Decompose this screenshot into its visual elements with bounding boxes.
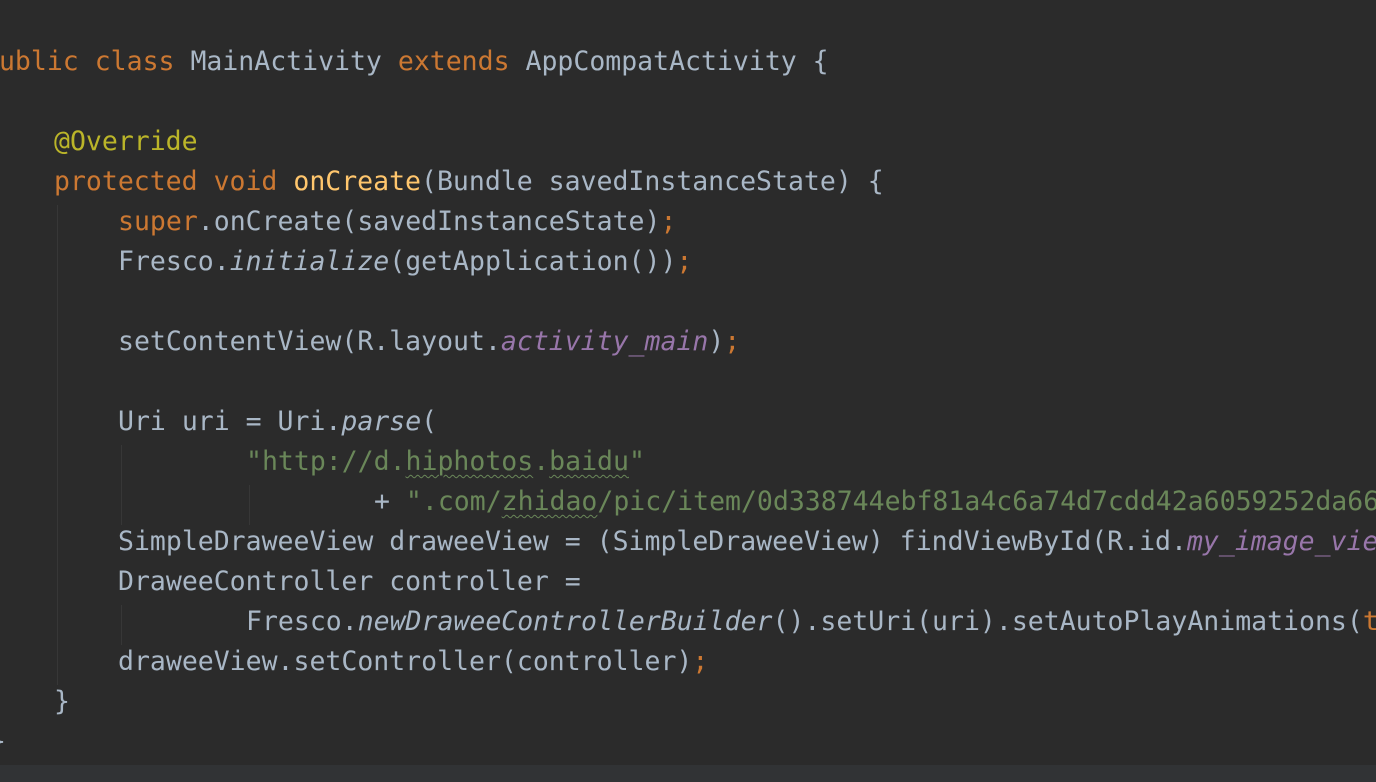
code-line-1: public class MainActivity extends AppCom… (0, 42, 829, 82)
code-token: Fresco. (246, 606, 358, 637)
code-token: extends (397, 46, 510, 77)
code-token: /pic/item/0d338744ebf81a4c6a74d7cdd42a60… (597, 486, 1376, 517)
code-token: protected (54, 166, 198, 197)
code-token: class (94, 46, 175, 77)
code-token: onCreate (293, 166, 421, 197)
code-token: } (54, 686, 70, 717)
code-line-17: } (54, 682, 70, 722)
code-line-3: @Override (54, 122, 198, 162)
code-token: MainActivity (174, 46, 398, 77)
code-line-12: + ".com/zhidao/pic/item/0d338744ebf81a4c… (374, 482, 1376, 522)
code-token: super (118, 206, 198, 237)
code-token: } (0, 726, 6, 757)
code-line-18: } (0, 722, 6, 762)
code-token: " (628, 446, 645, 477)
code-token: SimpleDraweeView draweeView = (SimpleDra… (118, 526, 1187, 557)
code-token: public (0, 46, 79, 77)
code-token: Uri uri = Uri. (118, 406, 342, 437)
code-token: ; (692, 646, 709, 677)
code-token: t (1362, 606, 1376, 637)
code-token: "http://d. (246, 446, 406, 477)
code-token: ; (676, 246, 693, 277)
code-token: .onCreate(savedInstanceState) (197, 206, 661, 237)
code-token: @Override (54, 126, 198, 157)
code-token: (Bundle savedInstanceState) { (421, 166, 884, 197)
code-token: zhidao (501, 486, 598, 517)
code-token: void (213, 166, 278, 197)
indent-guide (121, 605, 122, 645)
code-token: my_image_vie (1186, 526, 1376, 557)
code-token: activity_main (500, 326, 709, 357)
code-token: draweeView.setController(controller) (118, 646, 693, 677)
code-token: . (533, 446, 550, 477)
horizontal-scrollbar[interactable] (0, 765, 1376, 782)
code-editor[interactable]: public class MainActivity extends AppCom… (0, 0, 1376, 765)
code-token: + (374, 486, 406, 517)
code-token: AppCompatActivity { (509, 46, 829, 77)
code-line-13: SimpleDraweeView draweeView = (SimpleDra… (118, 522, 1376, 562)
code-token: initialize (229, 246, 390, 277)
code-token: ) (708, 326, 725, 357)
code-line-16: draweeView.setController(controller); (118, 642, 708, 682)
code-line-8: setContentView(R.layout.activity_main); (118, 322, 740, 362)
code-token: Fresco. (118, 246, 230, 277)
code-token: hiphotos (405, 446, 534, 477)
indent-guide (121, 445, 122, 525)
code-token: parse (341, 406, 422, 437)
code-line-6: Fresco.initialize(getApplication()); (118, 242, 692, 282)
code-token: baidu (549, 446, 629, 477)
code-token: DraweeController controller = (118, 566, 581, 597)
code-token: ; (724, 326, 741, 357)
code-token: newDraweeControllerBuilder (357, 606, 773, 637)
code-token: setContentView(R.layout. (118, 326, 501, 357)
code-token: (getApplication()) (389, 246, 677, 277)
indent-guide (57, 205, 58, 685)
code-line-15: Fresco.newDraweeControllerBuilder().setU… (246, 602, 1376, 642)
code-token: ; (660, 206, 677, 237)
code-line-4: protected void onCreate(Bundle savedInst… (54, 162, 884, 202)
code-token: ( (421, 406, 438, 437)
code-line-14: DraweeController controller = (118, 562, 581, 602)
code-line-11: "http://d.hiphotos.baidu" (246, 442, 645, 482)
indent-guide (249, 485, 250, 525)
code-token: ".com/ (405, 486, 502, 517)
code-line-10: Uri uri = Uri.parse( (118, 402, 437, 442)
code-line-5: super.onCreate(savedInstanceState); (118, 202, 676, 242)
code-token: ().setUri(uri).setAutoPlayAnimations( (772, 606, 1363, 637)
